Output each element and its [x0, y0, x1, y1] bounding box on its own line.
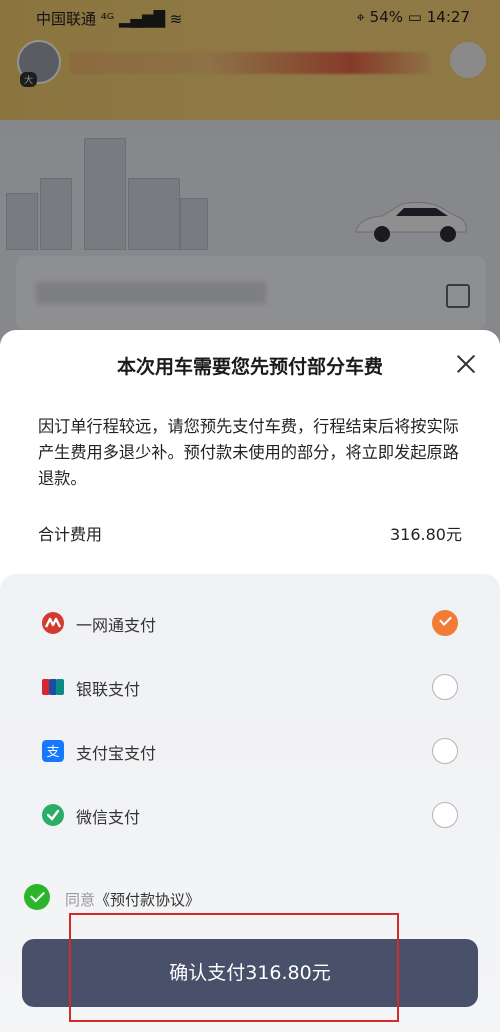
- svg-text:支: 支: [46, 745, 59, 760]
- confirm-pay-button[interactable]: 确认支付316.80元: [22, 939, 478, 1007]
- radio-selected[interactable]: [432, 610, 458, 636]
- payment-option-unionpay[interactable]: 银联支付: [0, 662, 500, 714]
- sheet-title: 本次用车需要您先预付部分车费: [116, 356, 383, 378]
- payment-option-alipay[interactable]: 支 支付宝支付: [0, 726, 500, 778]
- agreement-text: 同意《预付款协议》: [65, 889, 200, 910]
- total-label: 合计费用: [38, 525, 103, 544]
- alipay-icon: 支: [42, 740, 64, 762]
- unionpay-icon: [42, 679, 64, 695]
- prepay-sheet: 本次用车需要您先预付部分车费 因订单行程较远，请您预先支付车费，行程结束后将按实…: [0, 330, 500, 1032]
- prepay-notice: 因订单行程较远，请您预先支付车费，行程结束后将按实际产生费用多退少补。预付款未使…: [38, 417, 459, 488]
- agreement-prefix: 同意: [65, 891, 96, 909]
- radio-unselected[interactable]: [432, 802, 458, 828]
- payment-label: 银联支付: [76, 680, 141, 699]
- radio-unselected[interactable]: [432, 674, 458, 700]
- payment-label: 支付宝支付: [76, 744, 157, 763]
- payment-option-wechat[interactable]: 微信支付: [0, 790, 500, 842]
- radio-unselected[interactable]: [432, 738, 458, 764]
- agreement-checkbox[interactable]: [24, 884, 50, 910]
- total-value: 316.80元: [390, 525, 462, 544]
- payment-label: 一网通支付: [76, 616, 157, 635]
- agreement-link[interactable]: 《预付款协议》: [95, 891, 200, 909]
- wechat-pay-icon: [42, 804, 64, 826]
- payment-option-yiwangtong[interactable]: 一网通支付: [0, 598, 500, 650]
- yiwangtong-icon: [42, 612, 64, 634]
- close-icon[interactable]: [452, 350, 480, 378]
- payment-label: 微信支付: [76, 808, 141, 827]
